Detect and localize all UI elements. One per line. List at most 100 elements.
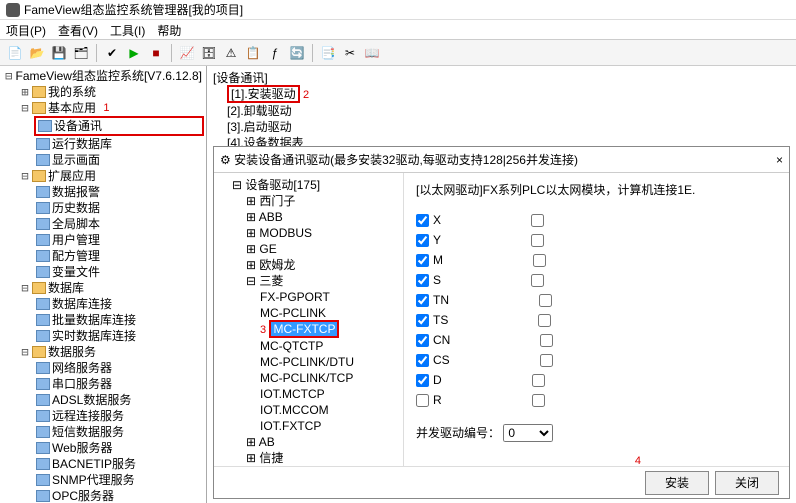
tree-db[interactable]: ⊟数据库 bbox=[18, 280, 204, 296]
tree-device-comm[interactable]: 设备通讯 bbox=[34, 116, 204, 136]
refresh-icon[interactable]: 🔄 bbox=[288, 44, 306, 62]
tree-remote-conn[interactable]: 远程连接服务 bbox=[34, 408, 204, 424]
toolbar-separator bbox=[312, 44, 313, 62]
drv-mcpclink[interactable]: MC-PCLINK bbox=[260, 305, 399, 321]
check-y[interactable]: Y bbox=[416, 233, 441, 247]
check-tn2[interactable] bbox=[539, 294, 552, 307]
window-title: FameView组态监控系统管理器[我的项目] bbox=[24, 1, 243, 18]
tree-sms[interactable]: 短信数据服务 bbox=[34, 424, 204, 440]
drv-iotfxtcp[interactable]: IOT.FXTCP bbox=[260, 418, 399, 434]
check-cn[interactable]: CN bbox=[416, 333, 450, 347]
menu-view[interactable]: 查看(V) bbox=[58, 22, 98, 37]
tree-db-conn[interactable]: 数据库连接 bbox=[34, 296, 204, 312]
tree-display-screen[interactable]: 显示画面 bbox=[34, 152, 204, 168]
saveall-icon[interactable]: 🗂 bbox=[72, 44, 90, 62]
book-icon[interactable]: 📖 bbox=[363, 44, 381, 62]
tree-snmp[interactable]: SNMP代理服务 bbox=[34, 472, 204, 488]
drv-omron[interactable]: ⊞ 欧姆龙 bbox=[246, 257, 399, 273]
drv-mcpclinktcp[interactable]: MC-PCLINK/TCP bbox=[260, 370, 399, 386]
open-icon[interactable]: 📂 bbox=[28, 44, 46, 62]
tree-root[interactable]: ⊟FameView组态监控系统[V7.6.12.8] bbox=[2, 68, 204, 84]
check-cn2[interactable] bbox=[540, 334, 553, 347]
check-d2[interactable] bbox=[532, 374, 545, 387]
drv-ge[interactable]: ⊞ GE bbox=[246, 241, 399, 257]
run-icon[interactable]: ▶ bbox=[125, 44, 143, 62]
db-icon[interactable]: 🗄 bbox=[200, 44, 218, 62]
tree-basic-app[interactable]: ⊟基本应用 1 bbox=[18, 100, 204, 116]
check-x[interactable]: X bbox=[416, 213, 441, 227]
tree-recipe[interactable]: 配方管理 bbox=[34, 248, 204, 264]
dialog-close-button[interactable]: × bbox=[776, 153, 783, 167]
num-label: 并发驱动编号： bbox=[416, 426, 500, 440]
tree-data-svc[interactable]: ⊟数据服务 bbox=[18, 344, 204, 360]
check-cs2[interactable] bbox=[540, 354, 553, 367]
title-bar: FameView组态监控系统管理器[我的项目] bbox=[0, 0, 796, 20]
check-ts2[interactable] bbox=[538, 314, 551, 327]
check-m2[interactable] bbox=[533, 254, 546, 267]
drv-iotmctcp[interactable]: IOT.MCTCP bbox=[260, 386, 399, 402]
drv-fxpgport[interactable]: FX-PGPORT bbox=[260, 289, 399, 305]
drv-modbus[interactable]: ⊞ MODBUS bbox=[246, 225, 399, 241]
tree-history[interactable]: 历史数据 bbox=[34, 200, 204, 216]
tree-web-svc[interactable]: Web服务器 bbox=[34, 440, 204, 456]
stop-icon[interactable]: ■ bbox=[147, 44, 165, 62]
tree-script[interactable]: 全局脚本 bbox=[34, 216, 204, 232]
check-s[interactable]: S bbox=[416, 273, 441, 287]
drv-abb[interactable]: ⊞ ABB bbox=[246, 209, 399, 225]
check-tn[interactable]: TN bbox=[416, 293, 449, 307]
tree-batch-conn[interactable]: 批量数据库连接 bbox=[34, 312, 204, 328]
tree-rt-conn[interactable]: 实时数据库连接 bbox=[34, 328, 204, 344]
menu-help[interactable]: 帮助 bbox=[157, 22, 181, 37]
menu-project[interactable]: 项目(P) bbox=[6, 22, 46, 37]
tree-user-mgmt[interactable]: 用户管理 bbox=[34, 232, 204, 248]
install-button[interactable]: 安装 bbox=[645, 471, 709, 495]
check-icon[interactable]: ✔ bbox=[103, 44, 121, 62]
tree-net-svc[interactable]: 网络服务器 bbox=[34, 360, 204, 376]
tree-alarm[interactable]: 数据报警 bbox=[34, 184, 204, 200]
drv-mitsu[interactable]: ⊟ 三菱 FX-PGPORT MC-PCLINK 3 MC-FXTCP MC-Q… bbox=[246, 273, 399, 434]
chart-icon[interactable]: 📈 bbox=[178, 44, 196, 62]
new-icon[interactable]: 📄 bbox=[6, 44, 24, 62]
cut-icon[interactable]: ✂ bbox=[341, 44, 359, 62]
num-select[interactable]: 0 bbox=[503, 424, 553, 442]
check-d[interactable]: D bbox=[416, 373, 442, 387]
drv-root[interactable]: 设备驱动[175] bbox=[245, 178, 320, 192]
drv-mcpclinkdtu[interactable]: MC-PCLINK/DTU bbox=[260, 354, 399, 370]
check-r2[interactable] bbox=[532, 394, 545, 407]
check-ts[interactable]: TS bbox=[416, 313, 448, 327]
save-icon[interactable]: 💾 bbox=[50, 44, 68, 62]
check-m[interactable]: M bbox=[416, 253, 443, 267]
tree-serial-svc[interactable]: 串口服务器 bbox=[34, 376, 204, 392]
close-button[interactable]: 关闭 bbox=[715, 471, 779, 495]
action-install-driver[interactable]: [1].安装驱动 bbox=[227, 85, 300, 103]
toolbar: 📄 📂 💾 🗂 ✔ ▶ ■ 📈 🗄 ⚠ 📋 ƒ 🔄 📑 ✂ 📖 bbox=[0, 40, 796, 66]
func-icon[interactable]: ƒ bbox=[266, 44, 284, 62]
check-y2[interactable] bbox=[531, 234, 544, 247]
tree-ext-app[interactable]: ⊟扩展应用 bbox=[18, 168, 204, 184]
app-icon bbox=[6, 3, 20, 17]
action-start-driver[interactable]: [3].启动驱动 bbox=[227, 119, 790, 135]
drv-xinjie[interactable]: ⊞ 信捷 bbox=[246, 450, 399, 466]
copy-icon[interactable]: 📑 bbox=[319, 44, 337, 62]
check-r[interactable]: R bbox=[416, 393, 442, 407]
drv-iotmccom[interactable]: IOT.MCCOM bbox=[260, 402, 399, 418]
tree-var-file[interactable]: 变量文件 bbox=[34, 264, 204, 280]
drv-siemens[interactable]: ⊞ 西门子 bbox=[246, 193, 399, 209]
action-uninstall-driver[interactable]: [2].卸载驱动 bbox=[227, 103, 790, 119]
tree-opc-svc[interactable]: OPC服务器 bbox=[34, 488, 204, 503]
menu-bar: 项目(P) 查看(V) 工具(I) 帮助 bbox=[0, 20, 796, 40]
tree-run-db[interactable]: 运行数据库 bbox=[34, 136, 204, 152]
gear-icon: ⚙ bbox=[220, 153, 231, 167]
menu-tools[interactable]: 工具(I) bbox=[110, 22, 145, 37]
warning-icon[interactable]: ⚠ bbox=[222, 44, 240, 62]
drv-ab[interactable]: ⊞ AB bbox=[246, 434, 399, 450]
tree-adsl[interactable]: ADSL数据服务 bbox=[34, 392, 204, 408]
doc-icon[interactable]: 📋 bbox=[244, 44, 262, 62]
tree-my-system[interactable]: ⊞我的系统 bbox=[18, 84, 204, 100]
drv-mcfxtcp[interactable]: MC-FXTCP bbox=[269, 320, 339, 338]
tree-bacnet[interactable]: BACNETIP服务 bbox=[34, 456, 204, 472]
check-cs[interactable]: CS bbox=[416, 353, 450, 367]
check-x2[interactable] bbox=[531, 214, 544, 227]
check-s2[interactable] bbox=[531, 274, 544, 287]
drv-mcqtcp[interactable]: MC-QTCTP bbox=[260, 338, 399, 354]
